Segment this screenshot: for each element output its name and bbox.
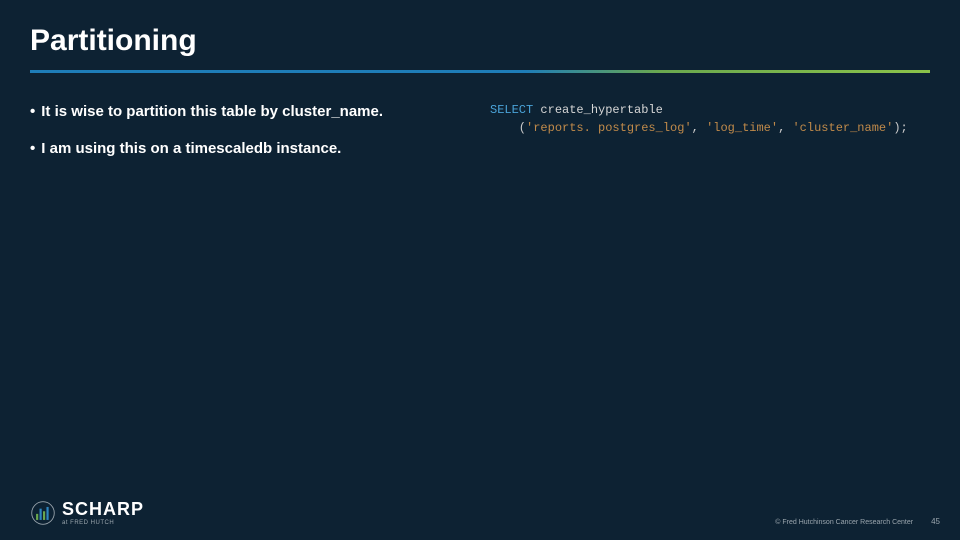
slide-title: Partitioning: [30, 24, 930, 58]
title-divider: [30, 70, 930, 73]
code-sep: ,: [778, 121, 792, 135]
content-row: • It is wise to partition this table by …: [30, 101, 930, 174]
slide: Partitioning • It is wise to partition t…: [0, 0, 960, 540]
code-block: SELECT create_hypertable ('reports. post…: [490, 101, 930, 174]
code-string: 'cluster_name': [792, 121, 893, 135]
code-indent: (: [490, 121, 526, 135]
bullet-text: I am using this on a timescaledb instanc…: [41, 138, 341, 161]
page-number: 45: [931, 517, 940, 526]
code-func: create_hypertable: [540, 103, 662, 117]
code-sep: ,: [692, 121, 706, 135]
code-close: );: [893, 121, 907, 135]
logo-subtext: at FRED HUTCH: [62, 520, 144, 526]
bullet-item: • I am using this on a timescaledb insta…: [30, 138, 460, 161]
logo-text: SCHARP: [62, 500, 144, 518]
code-keyword: SELECT: [490, 103, 533, 117]
code-string: 'reports. postgres_log': [526, 121, 692, 135]
footer-right: © Fred Hutchinson Cancer Research Center…: [775, 517, 940, 526]
bullet-list: • It is wise to partition this table by …: [30, 101, 460, 174]
bullet-dot: •: [30, 138, 35, 161]
bullet-dot: •: [30, 101, 35, 124]
footer: SCHARP at FRED HUTCH © Fred Hutchinson C…: [30, 500, 940, 526]
logo-text-wrap: SCHARP at FRED HUTCH: [62, 500, 144, 526]
copyright-text: © Fred Hutchinson Cancer Research Center: [775, 519, 913, 526]
logo-icon: [30, 500, 56, 526]
logo: SCHARP at FRED HUTCH: [30, 500, 144, 526]
bullet-text: It is wise to partition this table by cl…: [41, 101, 383, 124]
bullet-item: • It is wise to partition this table by …: [30, 101, 460, 124]
code-string: 'log_time': [706, 121, 778, 135]
